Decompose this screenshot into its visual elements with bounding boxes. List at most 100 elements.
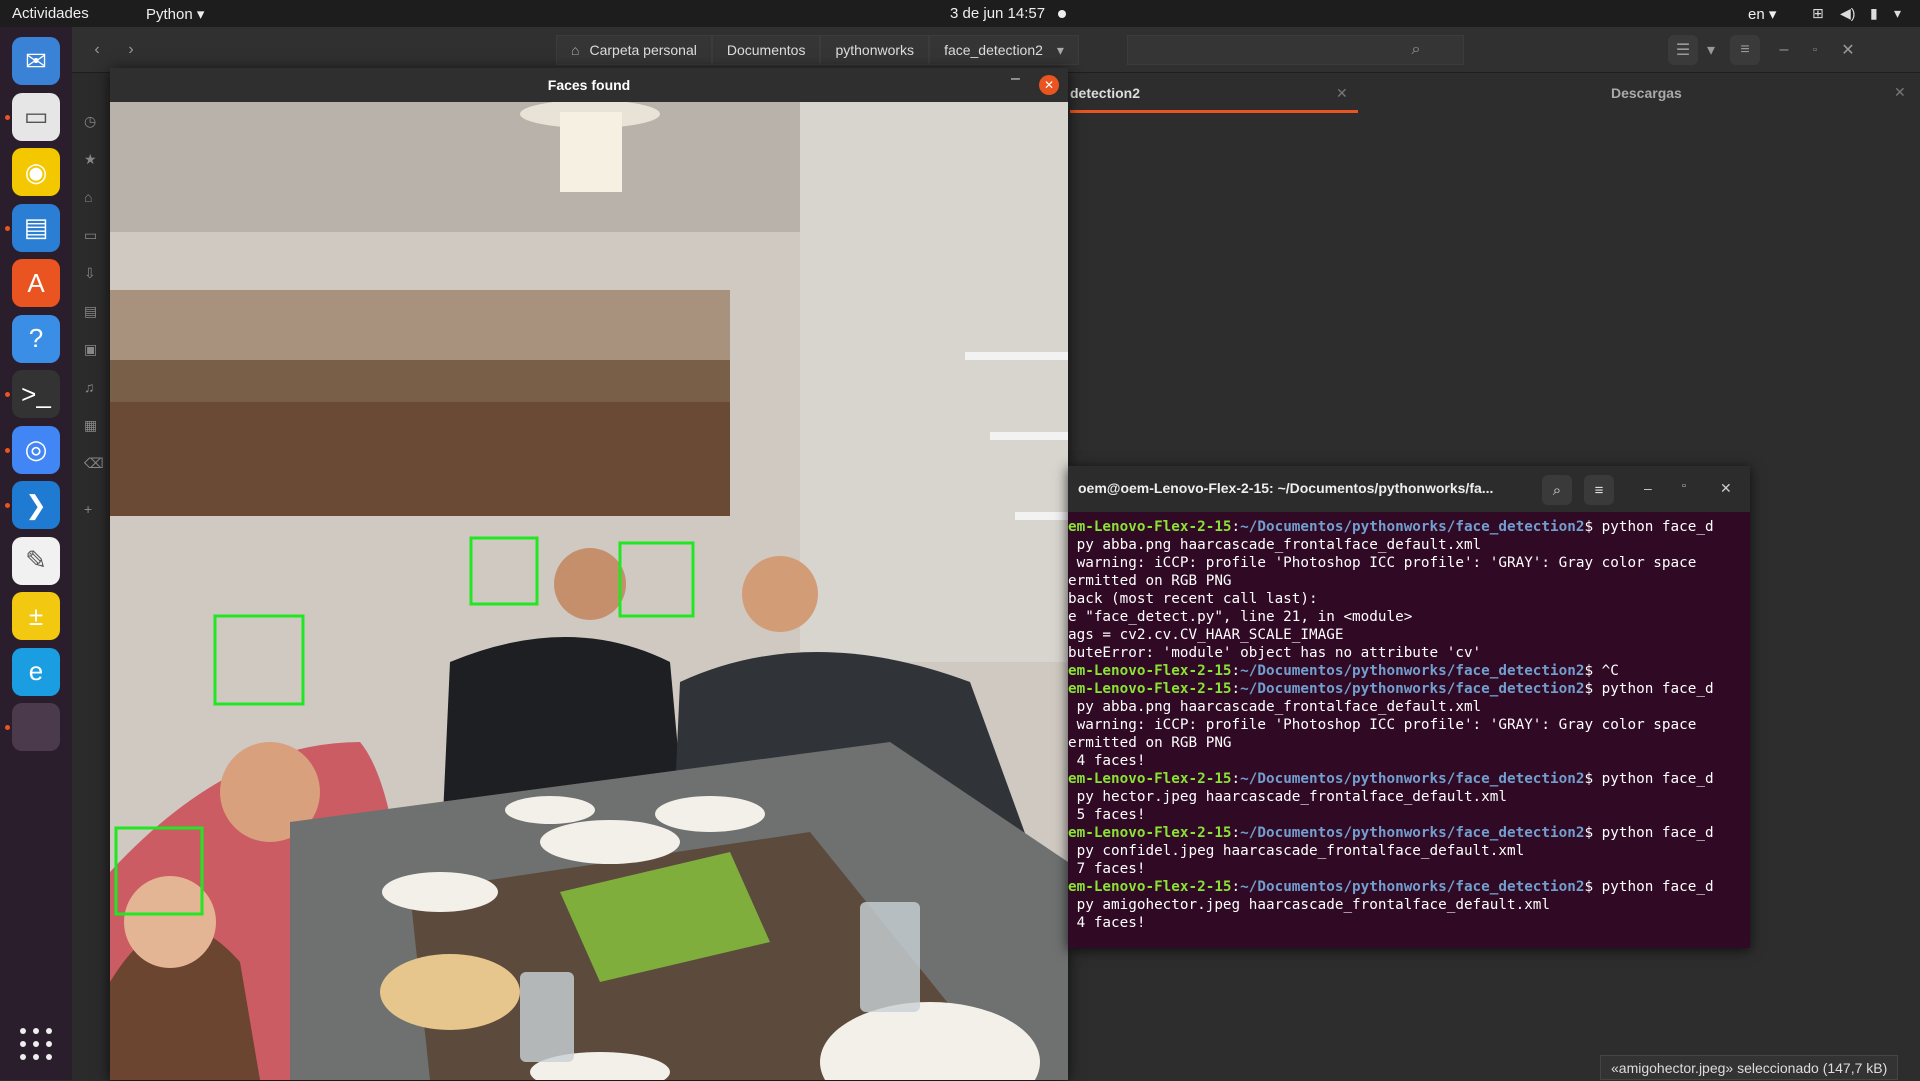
tab-descargas[interactable]: Descargas ✕ [1358, 73, 1908, 113]
window-title: Faces found [110, 68, 1068, 102]
prompt-user: em-Lenovo-Flex-2-15 [1068, 825, 1232, 841]
help-icon: ? [28, 323, 44, 353]
terminal-line: em-Lenovo-Flex-2-15:~/Documentos/pythonw… [1068, 519, 1714, 535]
breadcrumb-documentos[interactable]: Documentos [711, 35, 821, 65]
view-list-icon[interactable]: ☰ [1668, 35, 1698, 65]
terminal-line: ermitted on RGB PNG [1068, 734, 1750, 752]
back-icon[interactable]: ‹ [82, 35, 112, 65]
line-text: ags = cv2.cv.CV_HAAR_SCALE_IMAGE [1068, 627, 1344, 643]
prompt-user: em-Lenovo-Flex-2-15 [1068, 663, 1232, 679]
breadcrumb-face-detection2[interactable]: face_detection2 ▾ [929, 35, 1079, 65]
dock-app-terminal[interactable]: >_ [12, 370, 60, 418]
home-icon[interactable]: ⌂ [84, 189, 92, 205]
prompt-path: ~/Documentos/pythonworks/face_detection2 [1240, 771, 1585, 787]
music-icon[interactable]: ♫ [84, 379, 95, 395]
selection-status: «amigohector.jpeg» seleccionado (147,7 k… [1600, 1055, 1899, 1080]
clock[interactable]: 3 de jun 14:57 [950, 5, 1045, 22]
running-indicator [5, 114, 10, 120]
volume-icon[interactable]: ◀) [1840, 5, 1855, 22]
line-text: $ python face_d [1584, 771, 1714, 787]
result-image [110, 102, 1068, 1080]
dock-app-python-window[interactable] [12, 703, 60, 751]
activities-button[interactable]: Actividades [12, 5, 89, 22]
dock-app-software[interactable]: A [12, 259, 60, 307]
files-sidebar: ◷ ★ ⌂ ▭ ⇩ ▤ ▣ ♫ ▦ ⌫ + [72, 73, 110, 1080]
home-icon: ⌂ [571, 42, 580, 58]
dock-app-libreoffice-writer[interactable]: ▤ [12, 203, 60, 252]
minimize-icon[interactable]: – [1644, 480, 1652, 496]
app-menu[interactable]: Python ▾ [146, 5, 204, 23]
calculator-icon: ± [28, 600, 44, 631]
image-icon[interactable]: ▣ [84, 341, 97, 358]
dock-app-edge[interactable]: e [12, 647, 60, 696]
chevron-down-icon[interactable]: ▾ [1894, 5, 1901, 22]
dock: ✉ ▭ ◉ ▤ A? >_ ◎ ❯ ✎ ± e [0, 27, 72, 1080]
show-apps-icon[interactable] [20, 1028, 52, 1060]
running-indicator [5, 725, 10, 730]
minimize-icon[interactable]: – [1011, 70, 1020, 88]
dock-app-files[interactable]: ▭ [12, 92, 60, 141]
line-text: $ python face_d [1584, 519, 1714, 535]
dock-app-vscode[interactable]: ❯ [12, 481, 60, 529]
search-icon[interactable]: ⌕ [1542, 475, 1572, 505]
battery-icon[interactable]: ▮ [1870, 5, 1878, 22]
terminal-line: warning: iCCP: profile 'Photoshop ICC pr… [1068, 716, 1750, 734]
dock-app-calculator[interactable]: ± [12, 592, 60, 640]
prompt-user: em-Lenovo-Flex-2-15 [1068, 681, 1232, 697]
terminal-line: e "face_detect.py", line 21, in <module> [1068, 608, 1750, 626]
terminal-line: em-Lenovo-Flex-2-15:~/Documentos/pythonw… [1068, 879, 1714, 895]
video-icon[interactable]: ▦ [84, 417, 97, 434]
tab-label: Descargas [1611, 85, 1682, 101]
chevron-down-icon: ▾ [1056, 41, 1064, 58]
breadcrumb-home[interactable]: ⌂ Carpeta personal [556, 35, 712, 65]
line-text: 5 faces! [1068, 807, 1146, 823]
terminal-line: ermitted on RGB PNG [1068, 572, 1750, 590]
desktop-icon[interactable]: ▭ [84, 227, 97, 244]
dock-app-gimp[interactable]: ✎ [12, 536, 60, 585]
tab-label: detection2 [1070, 85, 1141, 101]
close-icon[interactable]: ✕ [1894, 84, 1906, 101]
terminal-line: py confidel.jpeg haarcascade_frontalface… [1068, 842, 1750, 860]
close-icon[interactable]: ✕ [1833, 35, 1863, 65]
terminal-line: 4 faces! [1068, 752, 1750, 770]
breadcrumb-pythonworks[interactable]: pythonworks [820, 35, 930, 65]
running-indicator [5, 225, 10, 231]
dock-app-chrome[interactable]: ◎ [12, 425, 60, 474]
store-icon: A [27, 267, 45, 298]
recent-icon[interactable]: ◷ [84, 113, 96, 130]
trash-icon[interactable]: ⌫ [84, 455, 104, 472]
maximize-icon[interactable]: ▫ [1682, 480, 1686, 492]
network-icon[interactable]: ⊞ [1812, 5, 1824, 22]
prompt-path: ~/Documentos/pythonworks/face_detection2 [1240, 681, 1585, 697]
menu-icon[interactable]: ≡ [1730, 35, 1760, 65]
document-icon[interactable]: ▤ [84, 303, 97, 320]
close-icon[interactable]: ✕ [1336, 85, 1348, 102]
minimize-icon[interactable]: – [1769, 35, 1799, 65]
close-icon[interactable]: ✕ [1720, 480, 1732, 497]
folder-icon: ▭ [23, 101, 49, 131]
add-location-icon[interactable]: + [84, 501, 92, 517]
prompt-path: ~/Documentos/pythonworks/face_detection2 [1240, 825, 1585, 841]
chevron-down-icon[interactable]: ▾ [1696, 35, 1726, 65]
terminal-output[interactable]: em-Lenovo-Flex-2-15:~/Documentos/pythonw… [1068, 518, 1750, 932]
dock-app-help[interactable]: ? [12, 314, 60, 363]
star-icon[interactable]: ★ [84, 151, 97, 168]
menu-icon[interactable]: ≡ [1584, 475, 1614, 505]
line-text: 7 faces! [1068, 861, 1146, 877]
line-text: warning: iCCP: profile 'Photoshop ICC pr… [1068, 555, 1697, 571]
running-indicator [5, 392, 10, 397]
language-selector[interactable]: en ▾ [1748, 5, 1776, 23]
forward-icon[interactable]: › [116, 35, 146, 65]
chrome-icon: ◎ [24, 434, 48, 464]
running-indicator [5, 447, 10, 453]
line-text: back (most recent call last): [1068, 591, 1318, 607]
dock-app-rhythmbox[interactable]: ◉ [12, 148, 60, 196]
tab-face-detection2[interactable]: detection2 ✕ [1070, 73, 1358, 113]
close-icon[interactable]: ✕ [1039, 75, 1059, 95]
search-icon[interactable]: ⌕ [1401, 35, 1431, 65]
dock-app-thunderbird[interactable]: ✉ [12, 37, 60, 85]
line-text: ermitted on RGB PNG [1068, 573, 1232, 589]
gimp-icon: ✎ [25, 545, 47, 575]
download-icon[interactable]: ⇩ [84, 265, 96, 282]
maximize-icon[interactable]: ▫ [1800, 35, 1830, 65]
